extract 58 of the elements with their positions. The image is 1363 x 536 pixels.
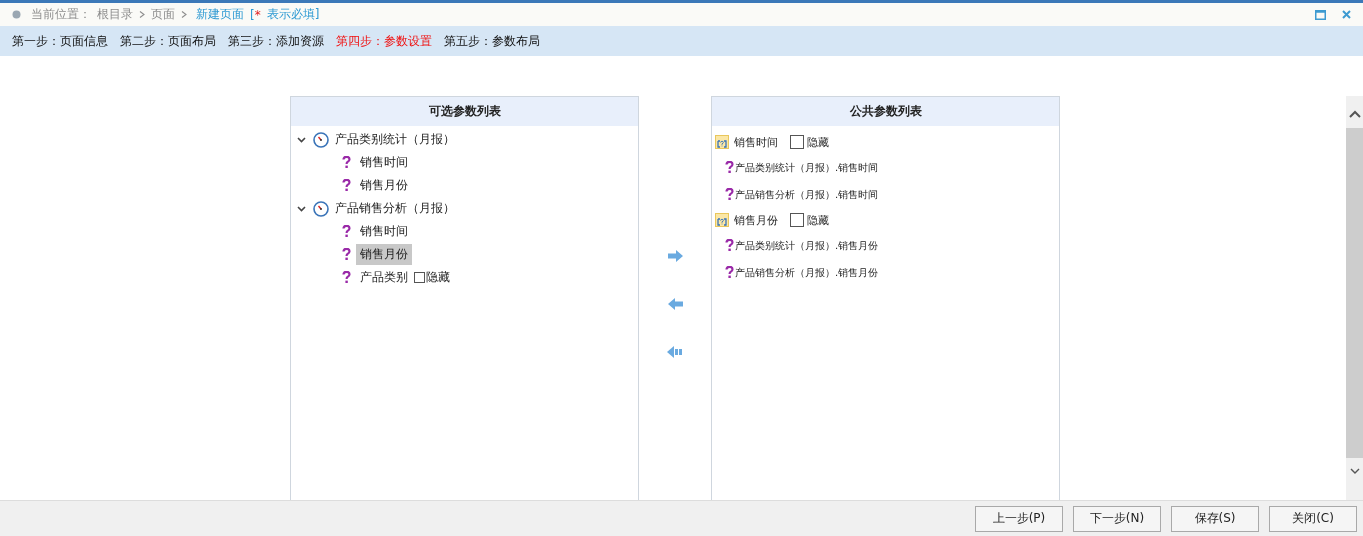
parameter-icon [715, 135, 729, 149]
clock-icon [313, 200, 329, 217]
source-parameter: 产品销售分析（月报）.销售时间 [735, 187, 879, 202]
note-bracket: [ [250, 7, 255, 22]
close-icon[interactable] [1342, 10, 1351, 19]
parameter-icon [715, 213, 729, 227]
source-parameter: 产品销售分析（月报）.销售月份 [735, 265, 879, 280]
question-mark-icon [342, 179, 351, 192]
scroll-up-icon[interactable] [1348, 110, 1361, 118]
footer-button[interactable]: 关闭(C) [1269, 505, 1357, 532]
required-mark: * [254, 7, 261, 22]
question-mark-icon [725, 239, 734, 252]
tree-item[interactable]: 销售时间 [356, 152, 412, 173]
clock-icon [313, 131, 329, 148]
chevron-right-icon [139, 11, 145, 18]
question-mark-icon [725, 161, 734, 174]
footer-button[interactable]: 上一步(P) [975, 505, 1063, 532]
panel-title: 公共参数列表 [712, 97, 1059, 126]
tree-item[interactable]: 销售时间 [356, 221, 412, 242]
checkbox-label: 隐藏 [807, 212, 829, 228]
checkbox-label: 隐藏 [426, 269, 450, 286]
question-mark-icon [725, 266, 734, 279]
breadcrumb-label: 当前位置： [31, 6, 91, 23]
checkbox[interactable] [790, 135, 804, 149]
source-parameter: 产品类别统计（月报）.销售时间 [735, 160, 879, 175]
step-tab[interactable]: 第五步：参数布局 [444, 32, 540, 50]
chevron-down-icon[interactable] [297, 136, 306, 143]
source-parameter: 产品类别统计（月报）.销售月份 [735, 238, 879, 253]
step-tab[interactable]: 第二步：页面布局 [120, 32, 216, 50]
checkbox[interactable] [790, 213, 804, 227]
maximize-icon[interactable] [1315, 9, 1326, 20]
question-mark-icon [342, 156, 351, 169]
scrollbar-thumb[interactable] [1346, 128, 1363, 458]
required-note: 表示必填] [266, 6, 320, 23]
tree-node[interactable]: 产品销售分析（月报） [335, 200, 455, 217]
footer-button[interactable]: 下一步(N) [1073, 505, 1161, 532]
tree-item[interactable]: 销售月份 [356, 175, 412, 196]
tree-item[interactable]: 销售月份 [356, 244, 412, 265]
panel-title: 可选参数列表 [291, 97, 638, 126]
step-tab[interactable]: 第三步：添加资源 [228, 32, 324, 50]
checkbox[interactable] [414, 272, 425, 283]
tree-node[interactable]: 产品类别统计（月报） [335, 131, 455, 148]
tree-item[interactable]: 产品类别 [356, 267, 412, 288]
parameter-name[interactable]: 销售时间 [734, 134, 778, 150]
chevron-down-icon[interactable] [297, 205, 306, 212]
breadcrumb-current: 新建页面 [196, 6, 244, 23]
question-mark-icon [342, 225, 351, 238]
step-tab[interactable]: 第一步：页面信息 [12, 32, 108, 50]
question-mark-icon [342, 248, 351, 261]
checkbox-label: 隐藏 [807, 134, 829, 150]
question-mark-icon [342, 271, 351, 284]
parameter-name[interactable]: 销售月份 [734, 212, 778, 228]
question-mark-icon [725, 188, 734, 201]
scroll-down-icon[interactable] [1349, 468, 1360, 474]
scrollbar[interactable] [1346, 96, 1363, 500]
bullet-icon [12, 10, 21, 19]
chevron-right-icon [181, 11, 187, 18]
footer-button[interactable]: 保存(S) [1171, 505, 1259, 532]
